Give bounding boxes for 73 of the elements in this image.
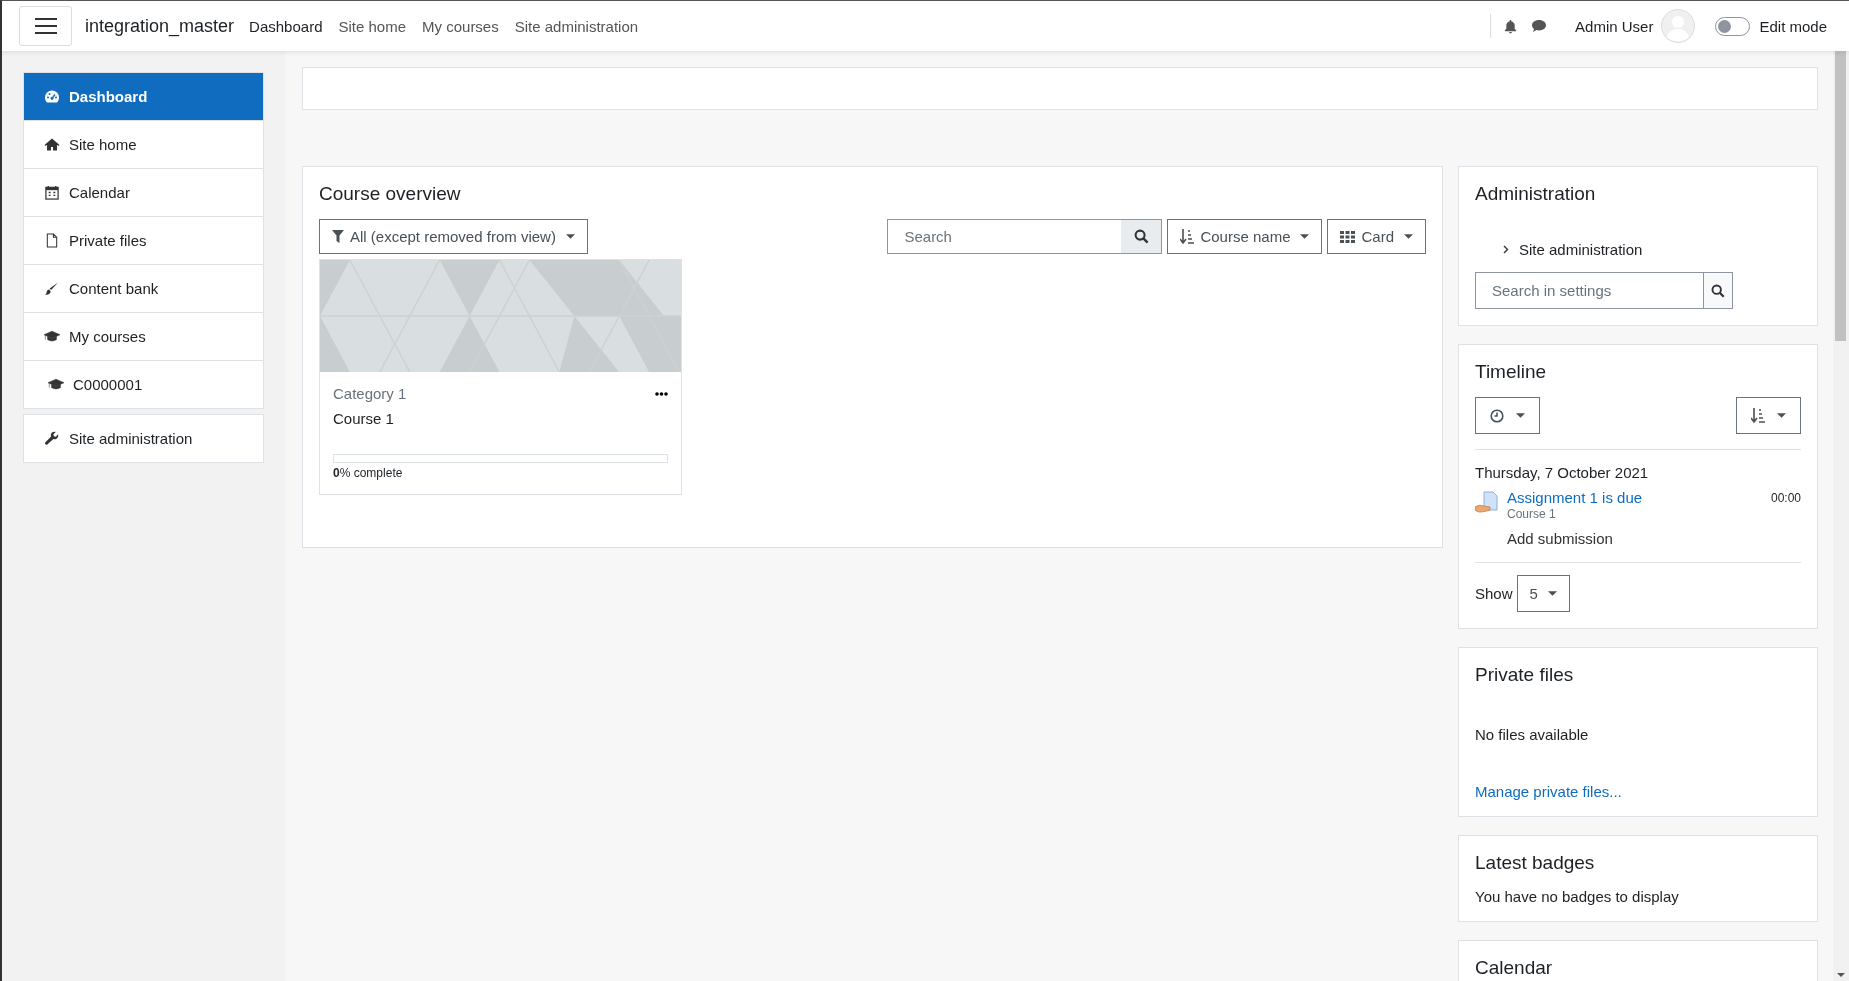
caret-icon	[1777, 413, 1786, 418]
sidebar-item[interactable]: Site home	[24, 120, 263, 168]
grid-icon	[1340, 230, 1356, 243]
course-name-link[interactable]: Course 1	[333, 410, 668, 427]
tree-item[interactable]: Site administration	[1503, 241, 1801, 258]
nav-link[interactable]: My courses	[422, 17, 499, 35]
sort-icon	[1751, 407, 1765, 424]
chat-bubble-icon[interactable]	[1531, 19, 1548, 33]
sort-dropdown[interactable]	[1736, 397, 1801, 434]
empty-message: You have no badges to display	[1475, 888, 1680, 905]
scrollbar-thumb[interactable]	[1835, 51, 1846, 341]
site-name[interactable]: integration_master	[85, 15, 235, 37]
block-title: Latest badges	[1475, 852, 1596, 874]
user-name[interactable]: Admin User	[1575, 17, 1654, 35]
graduation-cap-icon	[48, 377, 64, 392]
calendar-icon	[44, 185, 60, 200]
timeline-date: Thursday, 7 October 2021	[1475, 464, 1650, 481]
block-title: Calendar	[1475, 957, 1554, 979]
edit-mode-label: Edit mode	[1759, 17, 1827, 35]
progress-text: 0% complete	[333, 466, 404, 480]
graduation-cap-icon	[44, 329, 60, 344]
event-course: Course 1	[1507, 507, 1557, 521]
nav-link[interactable]: Site administration	[514, 17, 639, 35]
caret-icon	[1404, 234, 1413, 239]
bell-icon[interactable]	[1504, 18, 1518, 34]
block-title: Course overview	[319, 183, 462, 205]
clock-icon	[1490, 408, 1504, 423]
show-label: Show	[1475, 585, 1513, 602]
course-category: Category 1	[333, 385, 407, 402]
sidebar-item[interactable]: My courses	[24, 312, 263, 360]
block-title: Administration	[1475, 183, 1597, 205]
file-icon	[44, 233, 60, 248]
sidebar-item[interactable]: Calendar	[24, 168, 263, 216]
event-link[interactable]: Assignment 1 is due	[1507, 489, 1643, 506]
search-icon	[1711, 283, 1725, 298]
sidebar-item[interactable]: Dashboard	[24, 73, 263, 120]
view-dropdown[interactable]: Card	[1327, 219, 1426, 254]
sidebar-item[interactable]: Site administration	[24, 415, 263, 462]
caret-icon	[1300, 234, 1310, 239]
manage-files-link[interactable]: Manage private files...	[1475, 783, 1622, 800]
menu-button[interactable]	[19, 6, 72, 46]
add-submission-link[interactable]: Add submission	[1507, 530, 1801, 547]
search-button[interactable]	[1703, 272, 1733, 309]
block-title: Timeline	[1475, 361, 1548, 383]
settings-search-field[interactable]: Search in settings	[1475, 272, 1703, 309]
gauge-icon	[44, 89, 60, 104]
sort-dropdown[interactable]: Course name	[1167, 219, 1323, 254]
nav-link[interactable]: Site home	[338, 17, 407, 35]
scrollbar[interactable]	[1833, 51, 1849, 981]
page-size-dropdown[interactable]: 5	[1516, 575, 1570, 612]
scroll-down-arrow-icon[interactable]	[1837, 973, 1845, 977]
home-icon	[44, 137, 60, 152]
caret-icon	[1547, 591, 1557, 596]
block-title: Private files	[1475, 664, 1575, 686]
wrench-icon	[44, 431, 60, 446]
assignment-icon	[1475, 491, 1499, 515]
course-card[interactable]: Category 1 Course 1 0% complete	[319, 259, 682, 495]
edit-mode-toggle[interactable]	[1715, 16, 1751, 36]
menu-icon	[34, 18, 57, 34]
empty-message: No files available	[1475, 726, 1590, 743]
sidebar-item[interactable]: C0000001	[24, 360, 263, 408]
event-time: 00:00	[1770, 491, 1801, 506]
date-filter-dropdown[interactable]	[1475, 397, 1540, 434]
sidebar-item[interactable]: Private files	[24, 216, 263, 264]
caret-icon	[1516, 413, 1525, 418]
chevron-icon	[1503, 245, 1509, 254]
ellipsis-icon[interactable]	[655, 391, 668, 396]
nav-link[interactable]: Dashboard	[249, 17, 323, 35]
sort-icon	[1180, 228, 1195, 245]
caret-icon	[565, 234, 575, 239]
sidebar-item[interactable]: Content bank	[24, 264, 263, 312]
filter-icon	[332, 230, 344, 243]
filter-dropdown[interactable]: All (except removed from view)	[319, 219, 588, 254]
